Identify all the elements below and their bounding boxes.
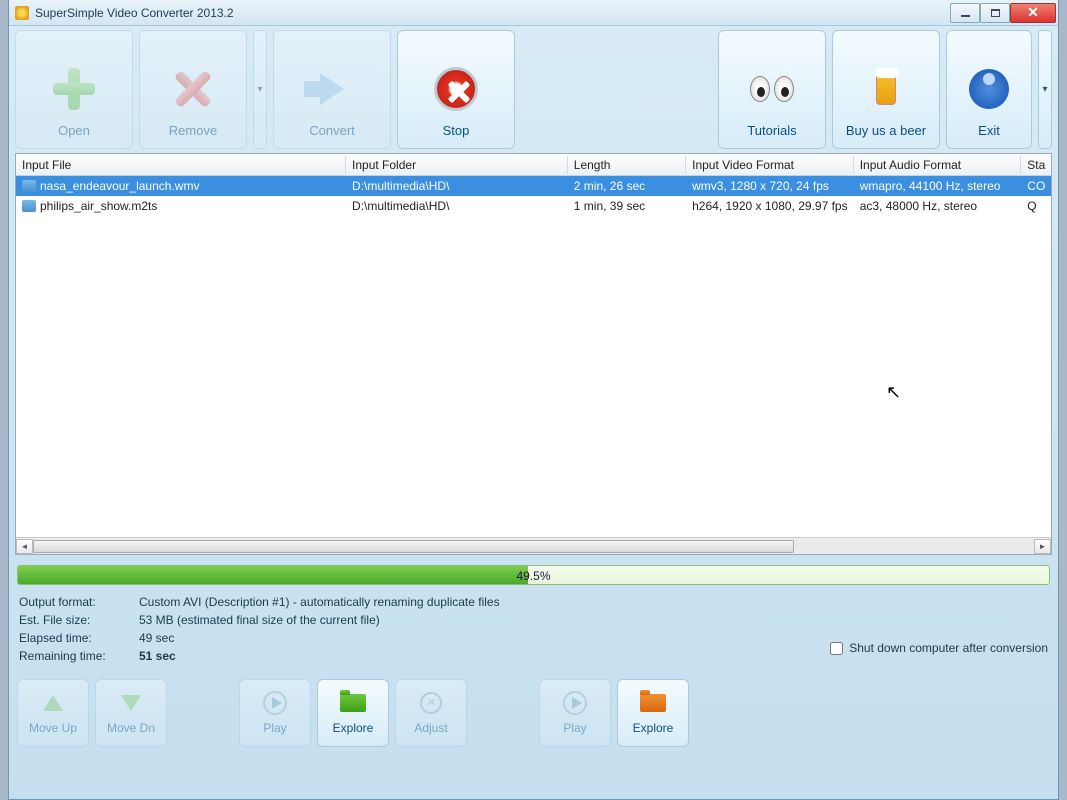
scroll-track[interactable] [33,539,1034,554]
est-filesize-value: 53 MB (estimated final size of the curre… [139,613,380,627]
exit-button[interactable]: Exit [946,30,1032,149]
scroll-right-button[interactable]: ► [1034,539,1051,554]
file-list: Input File Input Folder Length Input Vid… [15,153,1052,555]
convert-label: Convert [309,123,355,138]
tutorials-label: Tutorials [747,123,796,138]
stop-label: Stop [443,123,470,138]
output-format-label: Output format: [19,595,139,609]
shutdown-option: Shut down computer after conversion [830,629,1048,667]
remove-dropdown[interactable]: ▾ [253,30,267,149]
folder-green-icon [339,691,367,715]
window-buttons: ✕ [950,3,1056,23]
explore-output-button[interactable]: Explore [617,679,689,747]
remaining-time-label: Remaining time: [19,649,139,663]
donate-label: Buy us a beer [846,123,926,138]
info-panel: Output format:Custom AVI (Description #1… [9,591,1058,675]
exit-dropdown[interactable]: ▾ [1038,30,1052,149]
donate-button[interactable]: Buy us a beer [832,30,940,149]
shutdown-label: Shut down computer after conversion [849,641,1048,655]
bottom-toolbar: Move Up Move Dn Play Explore Adjust Play… [9,675,1058,753]
table-row[interactable]: philips_air_show.m2tsD:\multimedia\HD\1 … [16,196,1051,216]
move-up-button[interactable]: Move Up [17,679,89,747]
arrow-down-icon [117,691,145,715]
main-toolbar: Open Remove ▾ Convert Stop Tutorials Buy… [9,26,1058,153]
exit-icon [965,65,1013,113]
play-icon [261,691,289,715]
play-input-button[interactable]: Play [239,679,311,747]
col-length[interactable]: Length [568,156,686,174]
adjust-button[interactable]: Adjust [395,679,467,747]
open-label: Open [58,123,90,138]
remove-button[interactable]: Remove [139,30,247,149]
est-filesize-label: Est. File size: [19,613,139,627]
horizontal-scrollbar[interactable]: ◄ ► [16,537,1051,554]
tutorials-button[interactable]: Tutorials [718,30,826,149]
col-video-format[interactable]: Input Video Format [686,156,854,174]
explore-input-button[interactable]: Explore [317,679,389,747]
play-output-button[interactable]: Play [539,679,611,747]
remove-label: Remove [169,123,217,138]
scroll-thumb[interactable] [33,540,794,553]
arrow-right-icon [308,65,356,113]
shutdown-checkbox[interactable] [830,642,843,655]
plus-icon [50,65,98,113]
file-icon [22,180,36,192]
elapsed-time-label: Elapsed time: [19,631,139,645]
table-row[interactable]: nasa_endeavour_launch.wmvD:\multimedia\H… [16,176,1051,196]
col-input-folder[interactable]: Input Folder [346,156,568,174]
play-icon [561,691,589,715]
output-format-value: Custom AVI (Description #1) - automatica… [139,595,500,609]
open-button[interactable]: Open [15,30,133,149]
close-button[interactable]: ✕ [1010,3,1056,23]
minimize-button[interactable] [950,3,980,23]
eyes-icon [748,65,796,113]
arrow-up-icon [39,691,67,715]
col-status[interactable]: Sta [1021,156,1051,174]
progress-text: 49.5% [18,566,1049,585]
exit-label: Exit [978,123,1000,138]
folder-orange-icon [639,691,667,715]
titlebar[interactable]: SuperSimple Video Converter 2013.2 ✕ [9,0,1058,26]
col-input-file[interactable]: Input File [16,156,346,174]
app-icon [15,6,29,20]
x-icon [169,65,217,113]
convert-button[interactable]: Convert [273,30,391,149]
remaining-time-value: 51 sec [139,649,176,663]
stop-button[interactable]: Stop [397,30,515,149]
window-title: SuperSimple Video Converter 2013.2 [35,6,234,20]
elapsed-time-value: 49 sec [139,631,174,645]
progress-bar: 49.5% [17,565,1050,585]
wrench-icon [417,691,445,715]
app-window: SuperSimple Video Converter 2013.2 ✕ Ope… [8,0,1059,800]
maximize-button[interactable] [980,3,1010,23]
stop-icon [432,65,480,113]
list-body: nasa_endeavour_launch.wmvD:\multimedia\H… [16,176,1051,537]
list-header: Input File Input Folder Length Input Vid… [16,154,1051,176]
file-icon [22,200,36,212]
beer-icon [862,65,910,113]
col-audio-format[interactable]: Input Audio Format [854,156,1022,174]
scroll-left-button[interactable]: ◄ [16,539,33,554]
move-down-button[interactable]: Move Dn [95,679,167,747]
